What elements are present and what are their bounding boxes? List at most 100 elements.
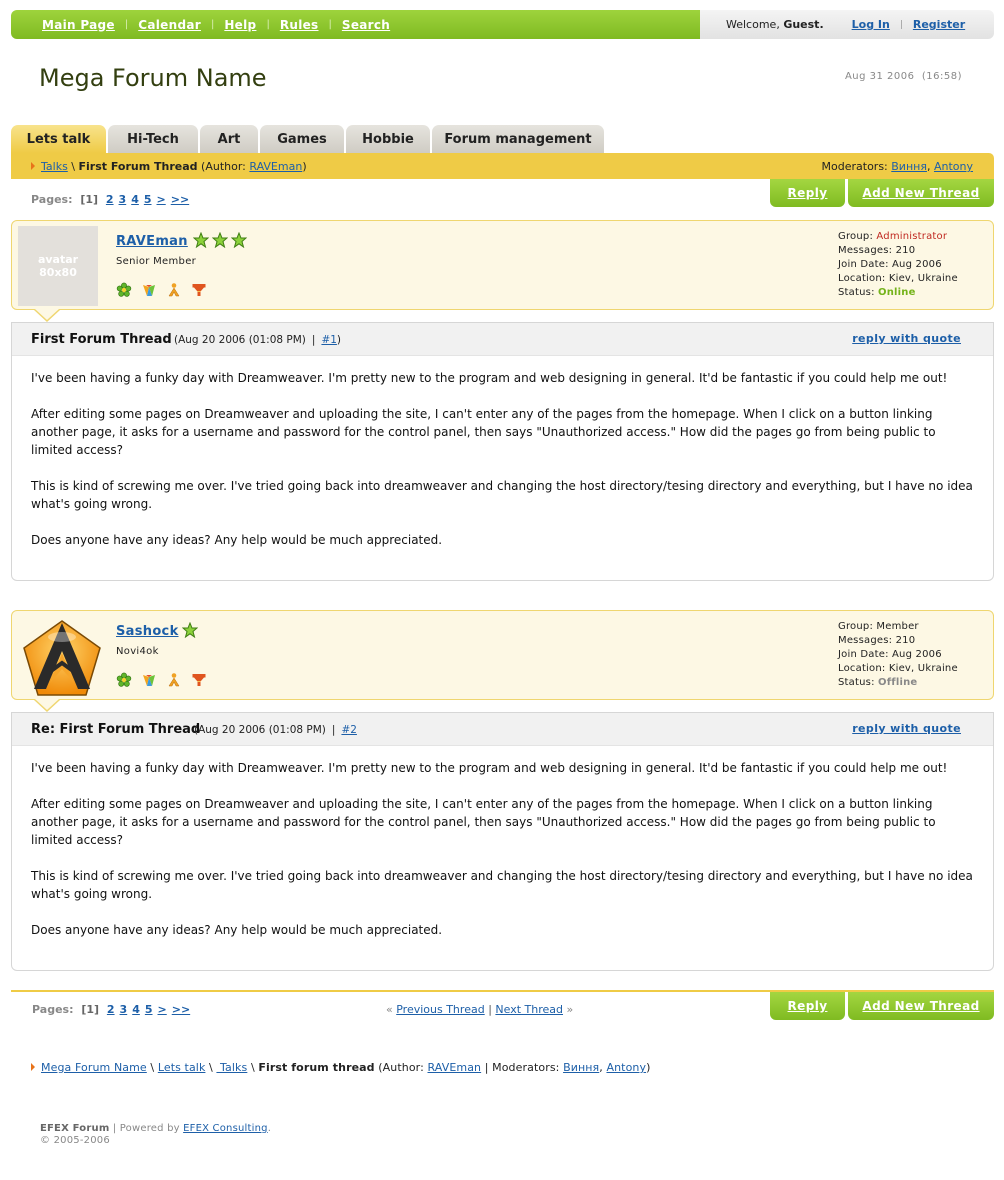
category-tabs: Lets talk Hi-Tech Art Games Hobbie Forum… <box>11 125 606 153</box>
post-paragraph: Does anyone have any ideas? Any help wou… <box>31 533 443 547</box>
reply-with-quote-link[interactable]: reply with quote <box>852 722 961 735</box>
post-username[interactable]: Sashock <box>116 624 179 639</box>
post-number-link[interactable]: #2 <box>341 724 356 736</box>
site-title[interactable]: Mega Forum Name <box>39 64 267 92</box>
user-status: Status: Online <box>838 286 958 300</box>
icq-icon[interactable] <box>116 672 132 688</box>
tab-art[interactable]: Art <box>200 125 258 153</box>
company-link[interactable]: EFEX Consulting <box>183 1123 268 1134</box>
page-link[interactable]: 5 <box>145 1003 153 1016</box>
page-link[interactable]: 2 <box>106 193 114 206</box>
post-meta: (Aug 20 2006 (01:08 PM) | #2 <box>194 724 357 736</box>
nav-rules[interactable]: Rules <box>280 18 319 32</box>
aim-icon[interactable] <box>166 672 182 688</box>
user-rank: Senior Member <box>116 256 197 267</box>
register-link[interactable]: Register <box>913 18 965 31</box>
page-link[interactable]: 3 <box>119 193 127 206</box>
footer-category-link[interactable]: Lets talk <box>158 1061 206 1074</box>
msn-icon[interactable] <box>141 672 157 688</box>
moderator-link[interactable]: Виння <box>563 1061 599 1074</box>
add-new-thread-button[interactable]: Add New Thread <box>848 179 994 207</box>
nav-search[interactable]: Search <box>342 18 390 32</box>
moderator-link[interactable]: Виння <box>891 160 927 173</box>
moderator-link[interactable]: Antony <box>606 1061 646 1074</box>
page-link[interactable]: 5 <box>144 193 152 206</box>
nav-help[interactable]: Help <box>224 18 256 32</box>
next-page-link[interactable]: > <box>158 1003 167 1016</box>
rank-stars <box>182 622 201 638</box>
meta-separator: | <box>331 724 336 736</box>
moderator-link[interactable]: Antony <box>934 160 973 173</box>
prev-arrow-icon: « <box>386 1003 393 1016</box>
user-separator: | <box>899 19 903 30</box>
tab-hobbie[interactable]: Hobbie <box>346 125 430 153</box>
group-label: Group: <box>838 231 877 242</box>
post-author-card: Sashock Novi4ok Group: Member Messages: … <box>11 610 994 700</box>
yahoo-icon[interactable] <box>191 672 207 688</box>
thread-nav-separator: | <box>488 1003 492 1016</box>
icq-icon[interactable] <box>116 282 132 298</box>
avatar <box>23 620 101 696</box>
reply-button[interactable]: Reply <box>770 179 845 207</box>
next-thread-link[interactable]: Next Thread <box>495 1003 563 1016</box>
footer-moderators-label: | Moderators: <box>481 1061 564 1074</box>
post-body: I've been having a funky day with Dreamw… <box>12 356 993 549</box>
post-number-link[interactable]: #1 <box>321 334 336 346</box>
user-group: Group: Administrator <box>838 230 958 244</box>
footer-forum-link[interactable]: Mega Forum Name <box>41 1061 147 1074</box>
breadcrumb-author-end: ) <box>302 159 307 173</box>
user-messages: Messages: 210 <box>838 245 916 256</box>
breadcrumb-author-label: (Author: <box>197 159 250 173</box>
previous-thread-link[interactable]: Previous Thread <box>396 1003 484 1016</box>
copyright: EFEX Forum | Powered by EFEX Consulting.… <box>40 1123 271 1147</box>
site-date: Aug 31 2006 (16:58) <box>844 71 962 82</box>
post-paragraph: After editing some pages on Dreamweaver … <box>31 407 936 457</box>
breadcrumb-section[interactable]: Talks <box>41 160 68 173</box>
divider <box>11 990 994 992</box>
page-link[interactable]: 4 <box>131 193 139 206</box>
pages-label: Pages: <box>32 1003 74 1016</box>
tab-hi-tech[interactable]: Hi-Tech <box>108 125 198 153</box>
user-location: Location: Kiev, Ukraine <box>838 273 958 284</box>
last-page-link[interactable]: >> <box>171 193 189 206</box>
breadcrumb-author[interactable]: RAVEman <box>249 160 302 173</box>
post-header: Re: First Forum Thread (Aug 20 2006 (01:… <box>12 713 993 746</box>
tab-games[interactable]: Games <box>260 125 344 153</box>
add-new-thread-button[interactable]: Add New Thread <box>848 992 994 1020</box>
reply-button[interactable]: Reply <box>770 992 845 1020</box>
copyright-dot: . <box>267 1123 272 1134</box>
brand-name: EFEX Forum <box>40 1123 110 1134</box>
nav-main-page[interactable]: Main Page <box>42 18 115 32</box>
post-meta-end: ) <box>336 334 342 346</box>
tab-forum-management[interactable]: Forum management <box>432 125 604 153</box>
page-link[interactable]: 2 <box>107 1003 115 1016</box>
post-title: First Forum Thread <box>31 332 172 347</box>
breadcrumb-separator: \ <box>67 159 79 173</box>
tab-lets-talk[interactable]: Lets talk <box>11 125 106 153</box>
aim-icon[interactable] <box>166 282 182 298</box>
status-value: Offline <box>878 677 918 688</box>
page-link[interactable]: 3 <box>120 1003 128 1016</box>
reply-with-quote-link[interactable]: reply with quote <box>852 332 961 345</box>
group-value: Administrator <box>876 231 948 242</box>
post-author-card: avatar 80x80 RAVEman Senior Member Group… <box>11 220 994 310</box>
status-label: Status: <box>838 677 879 688</box>
next-arrow-icon: » <box>566 1003 574 1016</box>
main-nav: Main Page | Calendar | Help | Rules | Se… <box>11 10 700 39</box>
meta-separator: | <box>311 334 316 346</box>
post-username[interactable]: RAVEman <box>116 234 188 249</box>
footer-section-link[interactable]: Talks <box>216 1061 247 1074</box>
yahoo-icon[interactable] <box>191 282 207 298</box>
post-paragraph: This is kind of screwing me over. I've t… <box>31 869 973 901</box>
page-link[interactable]: 4 <box>132 1003 140 1016</box>
last-page-link[interactable]: >> <box>172 1003 190 1016</box>
pagination-bottom: Pages: [1] 2 3 4 5 > >> <box>32 1003 195 1016</box>
next-page-link[interactable]: > <box>157 193 166 206</box>
msn-icon[interactable] <box>141 282 157 298</box>
footer-author-link[interactable]: RAVEman <box>428 1061 482 1074</box>
arrow-icon <box>31 162 35 170</box>
nav-calendar[interactable]: Calendar <box>138 18 201 32</box>
login-link[interactable]: Log In <box>852 18 890 31</box>
arrow-icon <box>31 1063 35 1071</box>
user-join-date: Join Date: Aug 2006 <box>838 649 942 660</box>
